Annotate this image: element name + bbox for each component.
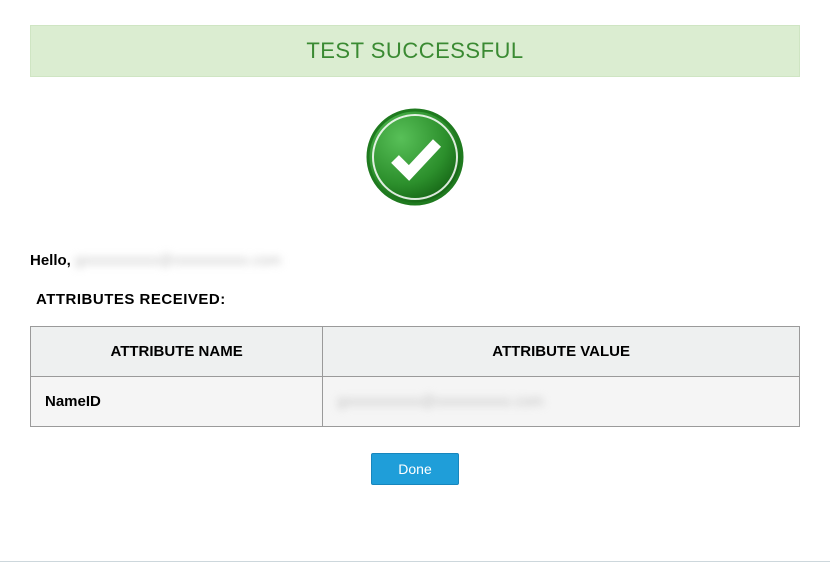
status-banner: TEST SUCCESSFUL [30,25,800,77]
banner-title: TEST SUCCESSFUL [306,38,523,63]
col-attr-name: ATTRIBUTE NAME [31,327,323,377]
done-button[interactable]: Done [371,453,458,485]
attr-value-redacted: gxxxxxxxxxx@xxxxxxxxxx.com [337,393,543,410]
attributes-section-title: ATTRIBUTES RECEIVED: [36,291,800,308]
table-row: NameID gxxxxxxxxxx@xxxxxxxxxx.com [31,377,800,427]
greeting-username: gxxxxxxxxxx@xxxxxxxxxx.com [75,252,281,269]
attr-value-cell: gxxxxxxxxxx@xxxxxxxxxx.com [323,377,800,427]
check-circle-icon [365,107,465,207]
actions-row: Done [30,453,800,485]
attr-name-cell: NameID [31,377,323,427]
attributes-table: ATTRIBUTE NAME ATTRIBUTE VALUE NameID gx… [30,326,800,427]
greeting-prefix: Hello, [30,252,71,269]
greeting-line: Hello, gxxxxxxxxxx@xxxxxxxxxx.com [30,252,800,269]
footer-divider [0,561,830,562]
col-attr-value: ATTRIBUTE VALUE [323,327,800,377]
table-header-row: ATTRIBUTE NAME ATTRIBUTE VALUE [31,327,800,377]
success-icon-row [30,107,800,212]
